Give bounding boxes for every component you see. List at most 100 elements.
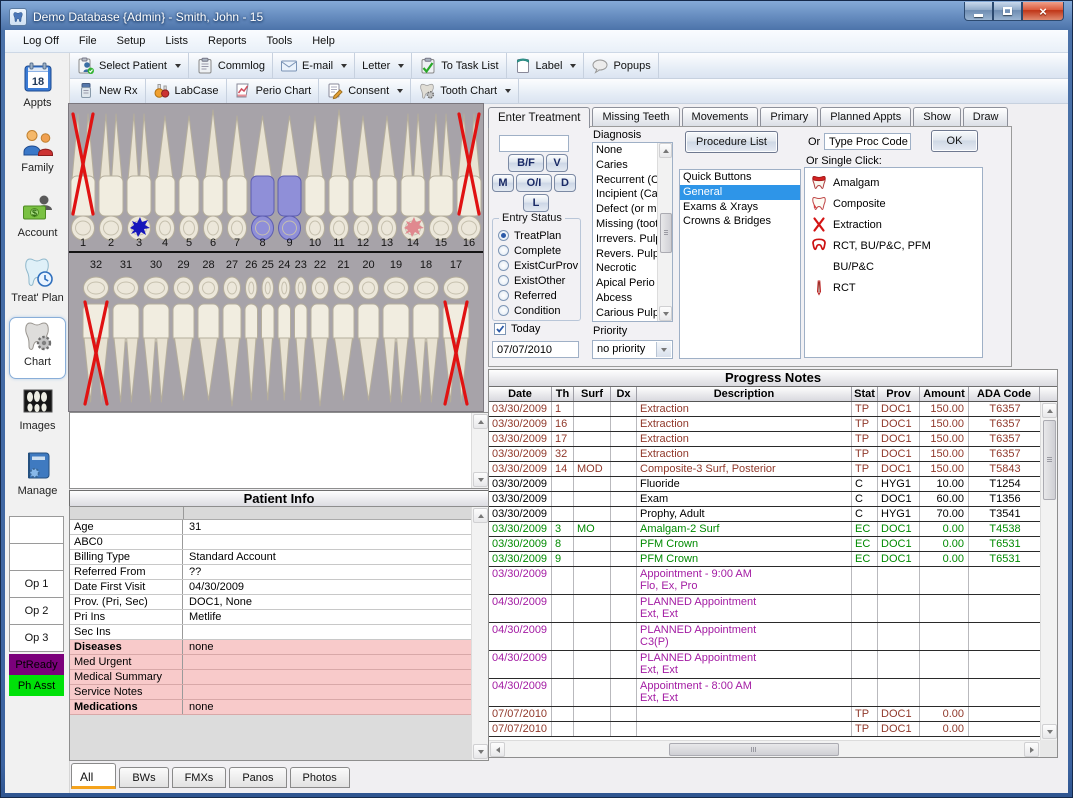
menu-item-log-off[interactable]: Log Off [13,32,69,50]
menu-item-help[interactable]: Help [302,32,345,50]
proc-code-input[interactable]: Type Proc Code [824,133,911,150]
progress-note-row[interactable]: 07/07/2010TPDOC10.00 [489,722,1040,737]
diagnosis-listbox[interactable]: NoneCariesRecurrent (Car)Incipient (Car)… [592,142,673,322]
chevron-down-icon[interactable] [505,89,511,93]
toolbar-button-select-patient[interactable]: Select Patient [70,53,189,78]
quick-buttons-listbox[interactable]: Quick ButtonsGeneralExams & XraysCrowns … [679,169,801,359]
progress-note-row[interactable]: 03/30/2009Prophy, AdultCHYG170.00T3541 [489,507,1040,522]
column-header-surf[interactable]: Surf [574,387,611,401]
single-click-extraction[interactable]: Extraction [811,214,982,235]
image-tab-photos[interactable]: Photos [290,767,350,788]
diagnosis-item-irrevers-pulp[interactable]: Irrevers. Pulp. [593,232,657,247]
chevron-down-icon[interactable] [341,64,347,68]
progress-note-row[interactable]: 03/30/20098PFM CrownECDOC10.00T6531 [489,537,1040,552]
toolbar-button-popups[interactable]: Popups [584,53,658,78]
progress-note-row[interactable]: 03/30/20099PFM CrownECDOC10.00T6531 [489,552,1040,567]
chevron-down-icon[interactable] [175,64,181,68]
tab-enter-treatment[interactable]: Enter Treatment [488,107,590,128]
radio-option-referred[interactable]: Referred [498,288,578,303]
procedure-date-field[interactable]: 07/07/2010 [492,341,579,358]
quick-button-exams-xrays[interactable]: Exams & Xrays [680,200,800,215]
diagnosis-item-revers-pulp[interactable]: Revers. Pulp. [593,247,657,262]
progress-note-row[interactable]: 03/30/200917ExtractionTPDOC1150.00T6357 [489,432,1040,447]
sidebar-module-treat-plan[interactable]: Treat' Plan [9,254,66,316]
status-cell-ph-asst[interactable]: Ph Asst [9,675,64,696]
chevron-down-icon[interactable] [398,64,404,68]
toolbar-button-commlog[interactable]: Commlog [189,53,273,78]
sidebar-module-manage[interactable]: Manage [9,447,66,509]
chevron-down-icon[interactable] [397,89,403,93]
surface-button-o-i[interactable]: O/I [516,174,552,192]
diagnosis-item-necrotic[interactable]: Necrotic [593,261,657,276]
single-click-rct[interactable]: RCT [811,277,982,298]
column-header-prov[interactable]: Prov [878,387,920,401]
progress-note-row[interactable]: 03/30/20091ExtractionTPDOC1150.00T6357 [489,402,1040,417]
radio-option-existcurprov[interactable]: ExistCurProv [498,258,578,273]
progress-note-row[interactable]: 03/30/200932ExtractionTPDOC1150.00T6357 [489,447,1040,462]
single-click-bu-p-c[interactable]: BU/P&C [811,256,982,277]
priority-dropdown[interactable]: no priority [592,340,673,359]
sidebar-module-family[interactable]: Family [9,124,66,186]
surface-button-m[interactable]: M [492,174,514,192]
quick-button-general[interactable]: General [680,185,800,200]
scroll-down-icon[interactable] [473,472,488,487]
progress-note-row[interactable]: 03/30/2009FluorideCHYG110.00T1254 [489,477,1040,492]
diagnosis-item-defect-or-miss[interactable]: Defect (or miss [593,202,657,217]
radio-icon[interactable] [498,275,509,286]
toolbar-button-letter[interactable]: Letter [355,53,412,78]
column-header-th[interactable]: Th [552,387,574,401]
toolbar-button-label[interactable]: Label [507,53,585,78]
progress-note-row[interactable]: 03/30/2009Appointment - 9:00 AMFlo, Ex, … [489,567,1040,595]
scroll-right-icon[interactable] [1024,742,1039,757]
chevron-down-icon[interactable] [570,64,576,68]
scroll-down-icon[interactable] [659,306,672,321]
chart-notes-scrollbar[interactable] [471,413,488,488]
progress-notes-vscrollbar[interactable] [1040,402,1057,740]
sidebar-module-images[interactable]: Images [9,382,66,444]
scroll-thumb[interactable] [660,213,672,253]
single-click-listbox[interactable]: AmalgamCompositeExtractionRCT, BU/P&C, P… [804,167,983,358]
toolbar-button-consent[interactable]: Consent [319,79,411,103]
scroll-up-icon[interactable] [473,414,488,429]
progress-note-row[interactable]: 03/30/200914MODComposite-3 Surf, Posteri… [489,462,1040,477]
tab-missing-teeth[interactable]: Missing Teeth [592,107,679,127]
progress-note-row[interactable]: 03/30/20093MOAmalgam-2 SurfECDOC10.00T45… [489,522,1040,537]
tab-planned-appts[interactable]: Planned Appts [820,107,911,127]
scroll-up-icon[interactable] [473,508,488,523]
column-header-amount[interactable]: Amount [920,387,969,401]
toolbar-button-new-rx[interactable]: New Rx [70,79,146,103]
scroll-down-icon[interactable] [1042,724,1057,739]
diagnosis-item-incipient-car[interactable]: Incipient (Car) [593,187,657,202]
sidebar-module-chart[interactable]: Chart [9,317,66,379]
scroll-thumb[interactable] [1043,420,1056,500]
toolbar-button-tooth-chart[interactable]: Tooth Chart [411,79,519,103]
scroll-down-icon[interactable] [473,744,488,759]
radio-icon[interactable] [498,230,509,241]
progress-note-row[interactable]: 04/30/2009Appointment - 8:00 AMExt, Ext [489,679,1040,707]
scroll-up-icon[interactable] [659,143,672,158]
surface-button-l[interactable]: L [523,194,549,212]
quick-button-quick-buttons[interactable]: Quick Buttons [680,170,800,185]
single-click-composite[interactable]: Composite [811,193,982,214]
tab-draw[interactable]: Draw [963,107,1009,127]
diagnosis-scrollbar[interactable] [657,143,672,321]
radio-option-treatplan[interactable]: TreatPlan [498,228,578,243]
menu-item-setup[interactable]: Setup [107,32,156,50]
progress-note-row[interactable]: 04/30/2009PLANNED AppointmentExt, Ext [489,595,1040,623]
operatory-cell-empty[interactable] [9,516,64,544]
operatory-cell-op-2[interactable]: Op 2 [9,597,64,625]
image-tab-all[interactable]: All [71,763,116,789]
tab-movements[interactable]: Movements [682,107,759,127]
menu-item-reports[interactable]: Reports [198,32,257,50]
progress-note-row[interactable]: 04/30/2009PLANNED AppointmentExt, Ext [489,651,1040,679]
quick-button-crowns-bridges[interactable]: Crowns & Bridges [680,214,800,229]
scroll-up-icon[interactable] [1042,403,1057,418]
diagnosis-item-apical-perio[interactable]: Apical Perio [593,276,657,291]
progress-notes-hscrollbar[interactable] [489,740,1040,757]
menu-item-file[interactable]: File [69,32,107,50]
procedure-list-button[interactable]: Procedure List [685,131,778,153]
radio-icon[interactable] [498,260,509,271]
surface-entry-input[interactable] [499,135,569,152]
scroll-left-icon[interactable] [490,742,505,757]
column-header-description[interactable]: Description [637,387,852,401]
